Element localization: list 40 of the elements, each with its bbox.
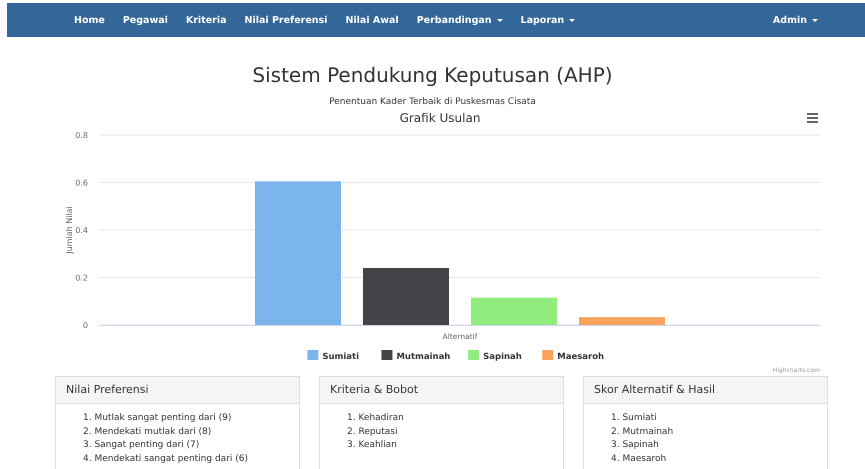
legend-label: Sapinah	[483, 352, 522, 362]
legend-item[interactable]: Sumiati	[307, 350, 359, 362]
list-item: 1. Kehadiran	[347, 412, 405, 425]
page-title: Sistem Pendukung Keputusan (AHP)	[251, 62, 614, 88]
legend-item[interactable]: Mutmainah	[381, 350, 450, 362]
chart-title: Grafik Usulan	[400, 111, 480, 125]
list-item: 2. Reputasi	[347, 426, 398, 438]
legend-label: Maesaroh	[557, 352, 604, 362]
panel-header: Kriteria & Bobot	[320, 377, 563, 404]
nav-link[interactable]: Laporan	[512, 14, 584, 26]
panel-header: Skor Alternatif & Hasil	[584, 377, 827, 404]
legend-item[interactable]: Maesaroh	[542, 350, 604, 362]
legend-label: Mutmainah	[396, 352, 450, 362]
nav-link[interactable]: Nilai Awal	[336, 14, 408, 26]
list-item: 3. Keahlian	[347, 439, 398, 452]
y-tick-label: 0	[82, 321, 88, 330]
list-item: 3. Sapinah	[611, 439, 660, 452]
list-item: 1. Sumiati	[611, 412, 658, 425]
user-menu[interactable]: Admin	[764, 14, 827, 26]
y-tick-label: 0.2	[75, 274, 88, 282]
nav-link[interactable]: Perbandingan	[408, 14, 512, 26]
y-tick-label: 0.8	[75, 131, 88, 140]
list-item: 3. Sangat penting dari (7)	[83, 439, 200, 452]
y-tick-label: 0.6	[75, 178, 88, 188]
y-tick-label: 0.4	[75, 226, 88, 235]
list-item: 2. Mutmainah	[611, 426, 674, 438]
nav-link[interactable]: Pegawai	[114, 14, 177, 26]
nav-link[interactable]: Nilai Preferensi	[236, 14, 336, 26]
list-item: 4. Mendekati sangat penting dari (6)	[83, 452, 249, 466]
legend-label: Sumiati	[322, 352, 360, 362]
list-item: 1. Mutlak sangat penting dari (9)	[83, 412, 232, 425]
nav-link[interactable]: Kriteria	[176, 14, 236, 26]
list-item: 2. Mendekati mutlak dari (8)	[83, 426, 212, 438]
legend-item[interactable]: Sapinah	[468, 350, 522, 362]
y-axis-title: Jumlah Nilai	[65, 206, 74, 254]
list-item: 4. Maesaroh	[611, 452, 668, 466]
nav-link[interactable]: Home	[65, 14, 114, 26]
panel-header: Nilai Preferensi	[56, 377, 299, 404]
page-subtitle: Penentuan Kader Terbaik di Puskesmas Cisata	[328, 96, 537, 108]
menu-icon[interactable]	[807, 113, 818, 123]
